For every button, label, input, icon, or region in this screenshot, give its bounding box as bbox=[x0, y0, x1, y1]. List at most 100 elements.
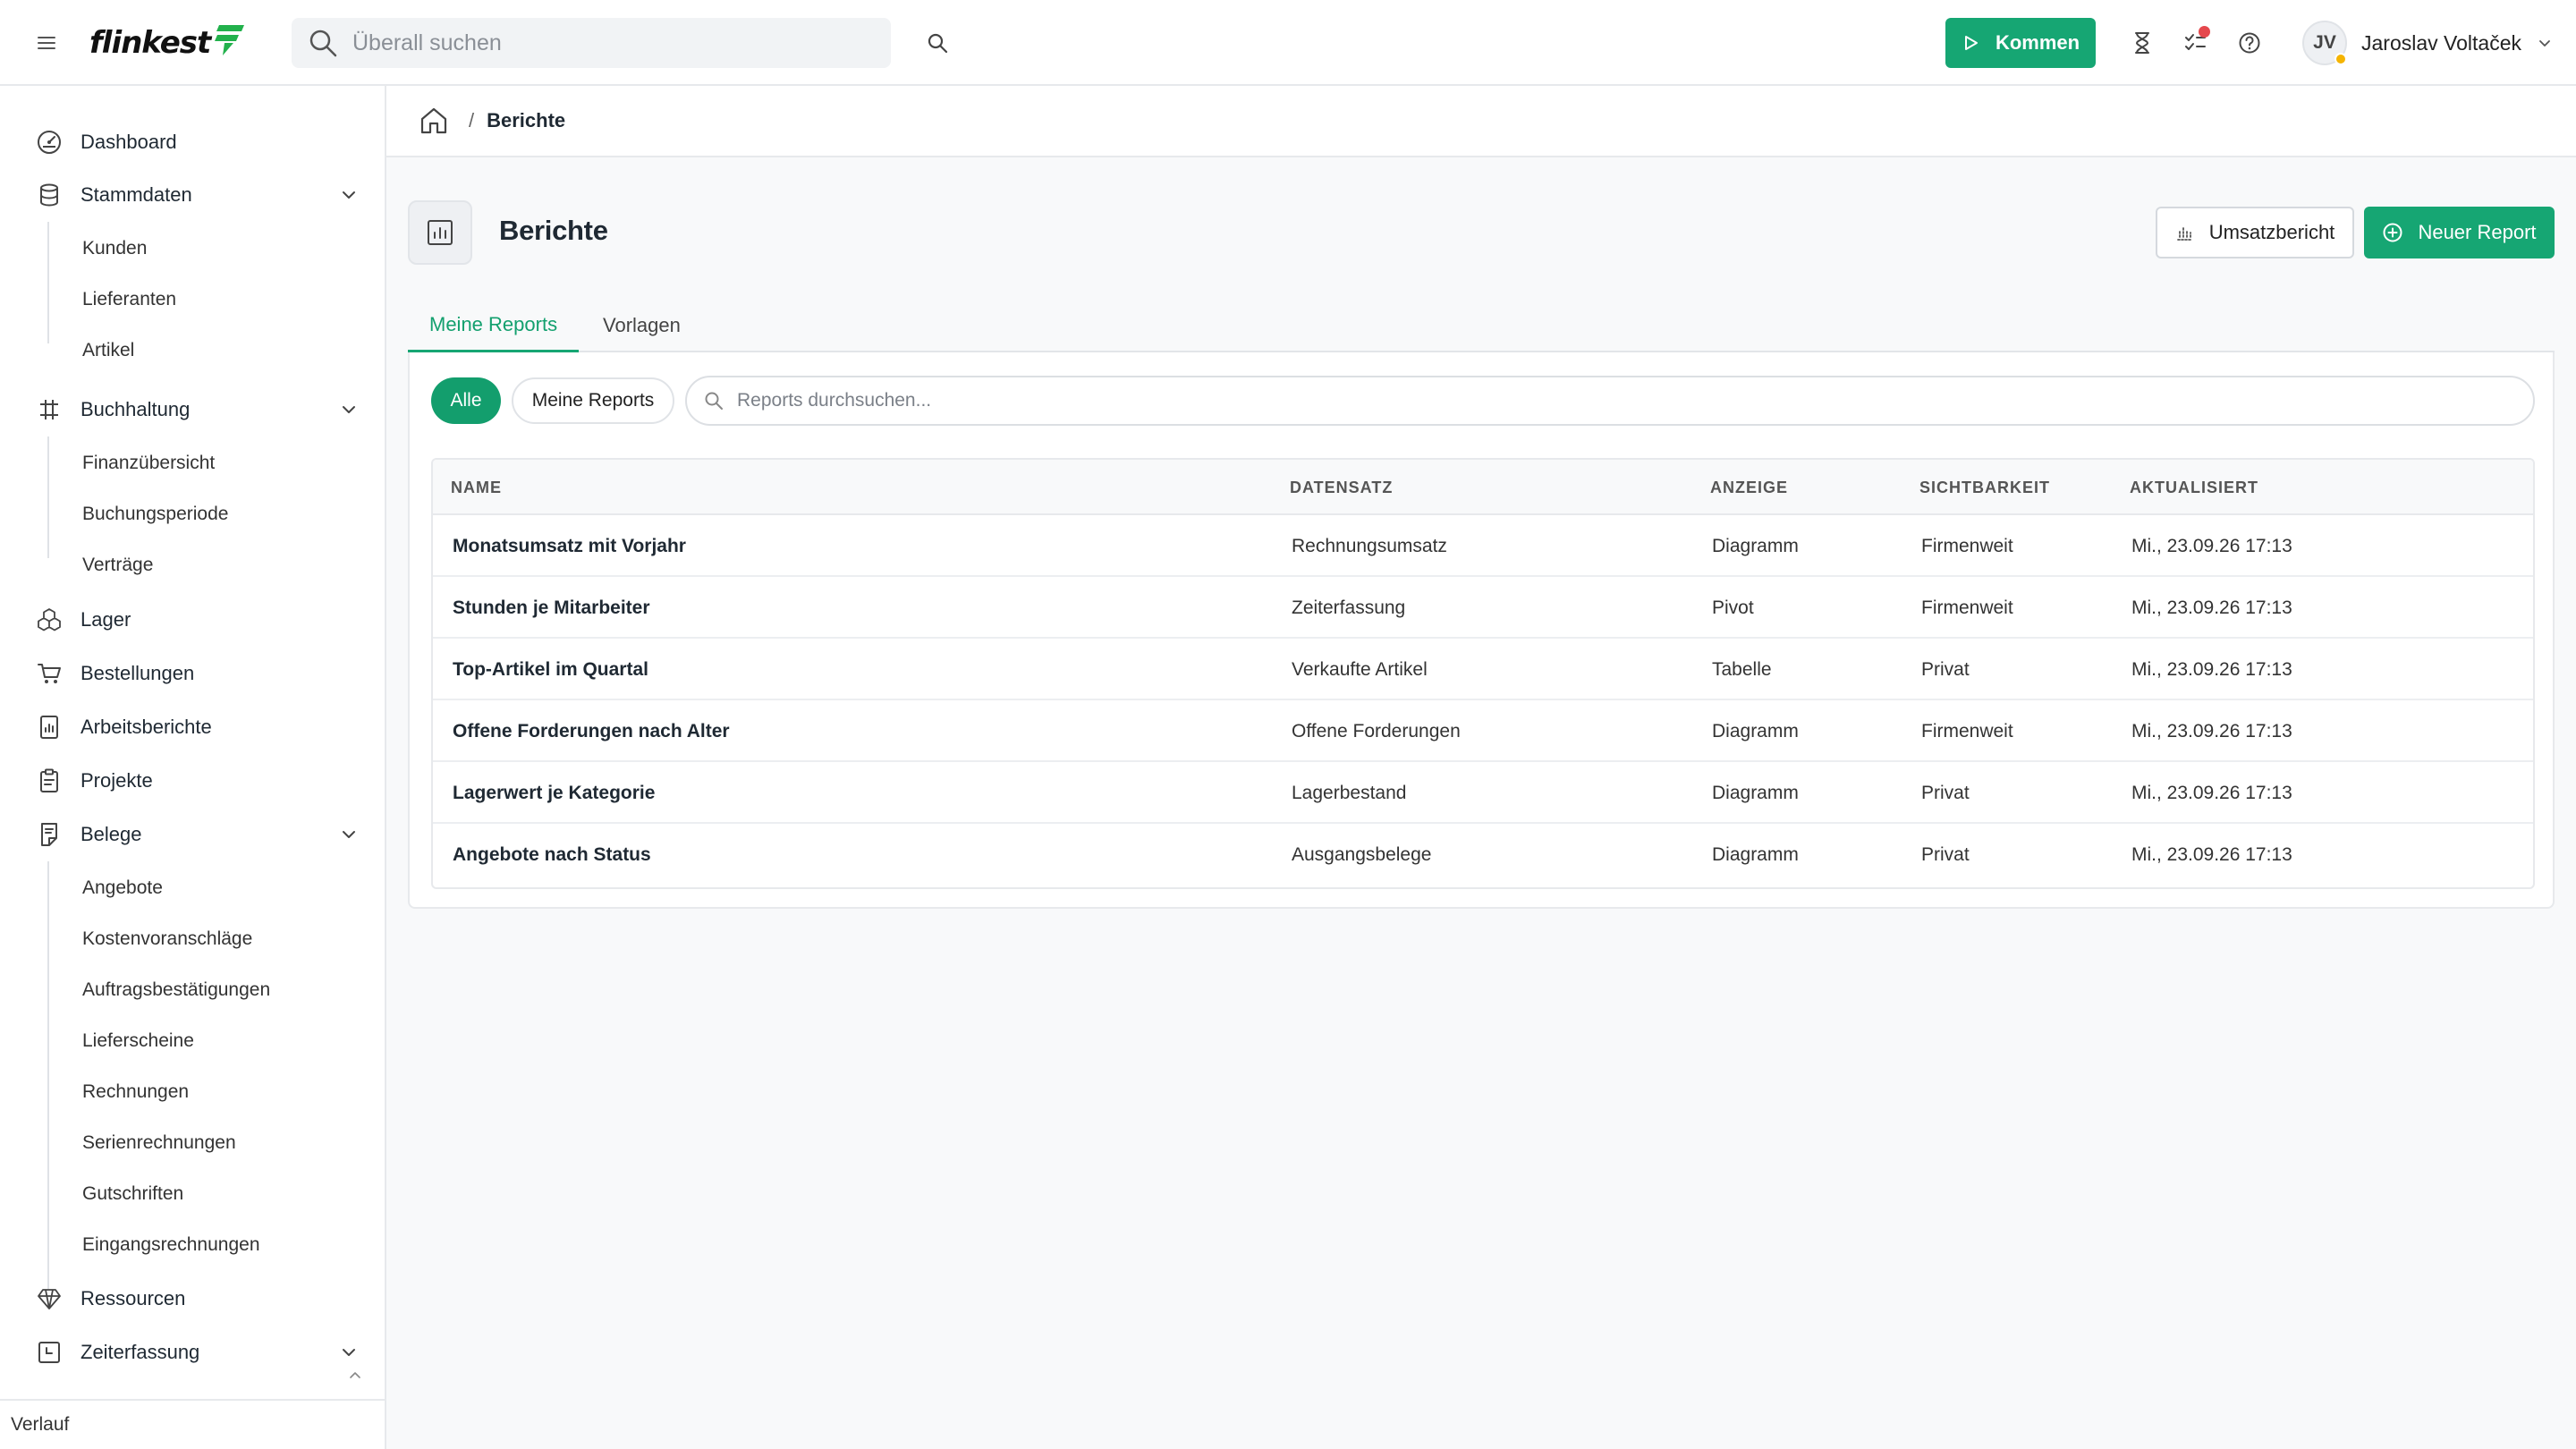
play-icon bbox=[1962, 34, 1979, 52]
sidebar-subitem-buchungsperiode[interactable]: Buchungsperiode bbox=[82, 498, 228, 530]
sidebar-item-bestellungen[interactable]: Bestellungen bbox=[36, 656, 358, 691]
help-icon[interactable] bbox=[2237, 30, 2262, 55]
chevron-down-icon[interactable] bbox=[340, 826, 358, 843]
sidebar-subitem-artikel[interactable]: Artikel bbox=[82, 335, 134, 367]
sidebar-subitem-rechnungen[interactable]: Rechnungen bbox=[82, 1076, 189, 1108]
sidebar-subitem-finanzuebersicht[interactable]: Finanzübersicht bbox=[82, 447, 215, 479]
sidebar-item-zeiterfassung[interactable]: Zeiterfassung bbox=[36, 1335, 358, 1370]
umsatzbericht-button[interactable]: Umsatzbericht bbox=[2156, 207, 2354, 258]
breadcrumb: / Berichte bbox=[386, 86, 2576, 157]
sidebar-subitem-vertraege[interactable]: Verträge bbox=[82, 549, 153, 581]
umsatzbericht-label: Umsatzbericht bbox=[2208, 221, 2335, 243]
global-search[interactable] bbox=[292, 18, 891, 68]
sidebar-item-dashboard[interactable]: Dashboard bbox=[36, 124, 358, 160]
cell-name: Monatsumsatz mit Vorjahr bbox=[453, 535, 686, 556]
sidebar-subitem-angebote[interactable]: Angebote bbox=[82, 872, 163, 904]
column-header-datensatz[interactable]: DATENSATZ bbox=[1290, 460, 1393, 515]
sidebar-subitem-kunden[interactable]: Kunden bbox=[82, 233, 147, 265]
table-row[interactable]: Angebote nach Status Ausgangsbelege Diag… bbox=[433, 824, 2533, 886]
column-header-anzeige[interactable]: ANZEIGE bbox=[1710, 460, 1788, 515]
chevron-down-icon bbox=[2538, 36, 2552, 50]
sidebar-item-stammdaten[interactable]: Stammdaten bbox=[36, 177, 358, 213]
page-title: Berichte bbox=[499, 215, 608, 246]
user-name: Jaroslav Voltaček bbox=[2361, 30, 2521, 55]
cell-aktualisiert: Mi., 23.09.26 17:13 bbox=[2131, 720, 2292, 741]
notification-badge bbox=[2199, 26, 2210, 38]
sidebar-item-buchhaltung[interactable]: Buchhaltung bbox=[36, 392, 358, 428]
table-row[interactable]: Top-Artikel im Quartal Verkaufte Artikel… bbox=[433, 639, 2533, 700]
neuer-report-button[interactable]: Neuer Report bbox=[2364, 207, 2555, 258]
cell-aktualisiert: Mi., 23.09.26 17:13 bbox=[2131, 597, 2292, 618]
table-row[interactable]: Monatsumsatz mit Vorjahr Rechnungsumsatz… bbox=[433, 515, 2533, 577]
filter-chip-meine-reports[interactable]: Meine Reports bbox=[512, 377, 674, 424]
sidebar-item-projekte[interactable]: Projekte bbox=[36, 763, 358, 799]
sidebar-item-lager[interactable]: Lager bbox=[36, 602, 358, 638]
column-header-name[interactable]: NAME bbox=[451, 460, 502, 515]
column-header-sichtbarkeit[interactable]: SICHTBARKEIT bbox=[1919, 460, 2050, 515]
cell-anzeige: Diagramm bbox=[1712, 720, 1799, 741]
cell-anzeige: Pivot bbox=[1712, 597, 1754, 618]
sidebar-subitem-kostenvoranschlaege[interactable]: Kostenvoranschläge bbox=[82, 923, 252, 955]
sidebar-subitem-lieferscheine[interactable]: Lieferscheine bbox=[82, 1025, 194, 1057]
chevron-down-icon[interactable] bbox=[340, 1343, 358, 1361]
search-button-icon[interactable] bbox=[925, 30, 950, 55]
column-header-aktualisiert[interactable]: AKTUALISIERT bbox=[2130, 460, 2258, 515]
submenu-guide-line bbox=[47, 436, 49, 558]
tab-vorlagen[interactable]: Vorlagen bbox=[603, 299, 681, 352]
database-icon bbox=[36, 182, 63, 208]
cell-name: Lagerwert je Kategorie bbox=[453, 782, 656, 803]
cell-sichtbarkeit: Firmenweit bbox=[1921, 720, 2013, 741]
cell-datensatz: Ausgangsbelege bbox=[1292, 843, 1432, 865]
sidebar-item-label: Bestellungen bbox=[80, 662, 195, 684]
table-row[interactable]: Stunden je Mitarbeiter Zeiterfassung Piv… bbox=[433, 577, 2533, 639]
cell-anzeige: Tabelle bbox=[1712, 658, 1772, 680]
kommen-label: Kommen bbox=[1995, 31, 2080, 54]
chevron-down-icon[interactable] bbox=[340, 186, 358, 204]
sidebar-item-label: Arbeitsberichte bbox=[80, 716, 212, 738]
cell-datensatz: Lagerbestand bbox=[1292, 782, 1407, 803]
tab-meine-reports[interactable]: Meine Reports bbox=[408, 299, 580, 352]
sidebar-item-label: Belege bbox=[80, 823, 142, 845]
report-doc-icon bbox=[36, 714, 63, 741]
cell-sichtbarkeit: Firmenweit bbox=[1921, 597, 2013, 618]
logo-text: flinkest bbox=[89, 25, 211, 61]
plus-circle-icon bbox=[2382, 222, 2403, 243]
sidebar-item-label: Zeiterfassung bbox=[80, 1341, 200, 1363]
boxes-icon bbox=[36, 606, 63, 633]
chevron-down-icon[interactable] bbox=[340, 401, 358, 419]
cell-name: Top-Artikel im Quartal bbox=[453, 658, 648, 680]
menu-icon[interactable] bbox=[36, 32, 57, 54]
sidebar-item-ressourcen[interactable]: Ressourcen bbox=[36, 1281, 358, 1317]
sidebar-item-label: Dashboard bbox=[80, 131, 177, 153]
sidebar-subitem-auftragsbestaetigungen[interactable]: Auftragsbestätigungen bbox=[82, 974, 270, 1006]
sidebar-item-belege[interactable]: Belege bbox=[36, 817, 358, 852]
cell-sichtbarkeit: Privat bbox=[1921, 843, 1970, 865]
chevron-up-icon[interactable] bbox=[348, 1368, 362, 1383]
cell-anzeige: Diagramm bbox=[1712, 782, 1799, 803]
cell-datensatz: Offene Forderungen bbox=[1292, 720, 1461, 741]
user-menu[interactable]: JV Jaroslav Voltaček bbox=[2302, 20, 2552, 66]
report-search-input[interactable] bbox=[737, 390, 2436, 411]
cell-aktualisiert: Mi., 23.09.26 17:13 bbox=[2131, 782, 2292, 803]
global-search-input[interactable] bbox=[352, 30, 853, 56]
sidebar-subitem-serienrechnungen[interactable]: Serienrechnungen bbox=[82, 1127, 236, 1159]
kommen-button[interactable]: Kommen bbox=[1945, 18, 2096, 68]
app-logo[interactable]: flinkest bbox=[89, 23, 248, 63]
cell-name: Offene Forderungen nach Alter bbox=[453, 720, 730, 741]
bar-chart-icon bbox=[2175, 223, 2195, 242]
sidebar-subitem-gutschriften[interactable]: Gutschriften bbox=[82, 1178, 183, 1210]
table-row[interactable]: Offene Forderungen nach Alter Offene For… bbox=[433, 700, 2533, 762]
cell-anzeige: Diagramm bbox=[1712, 535, 1799, 556]
home-icon[interactable] bbox=[419, 106, 449, 136]
table-row[interactable]: Lagerwert je Kategorie Lagerbestand Diag… bbox=[433, 762, 2533, 824]
hourglass-icon[interactable] bbox=[2130, 30, 2155, 55]
sidebar-item-arbeitsberichte[interactable]: Arbeitsberichte bbox=[36, 709, 358, 745]
sidebar-item-label: Lager bbox=[80, 608, 131, 631]
history-panel-toggle[interactable]: Verlauf bbox=[0, 1399, 385, 1449]
submenu-guide-line bbox=[47, 861, 49, 1289]
sidebar-subitem-lieferanten[interactable]: Lieferanten bbox=[82, 284, 176, 316]
sidebar-subitem-eingangsrechnungen[interactable]: Eingangsrechnungen bbox=[82, 1229, 260, 1261]
report-search[interactable] bbox=[685, 376, 2535, 426]
reports-table: NAME DATENSATZ ANZEIGE SICHTBARKEIT AKTU… bbox=[431, 458, 2535, 889]
filter-chip-alle[interactable]: Alle bbox=[431, 377, 501, 424]
